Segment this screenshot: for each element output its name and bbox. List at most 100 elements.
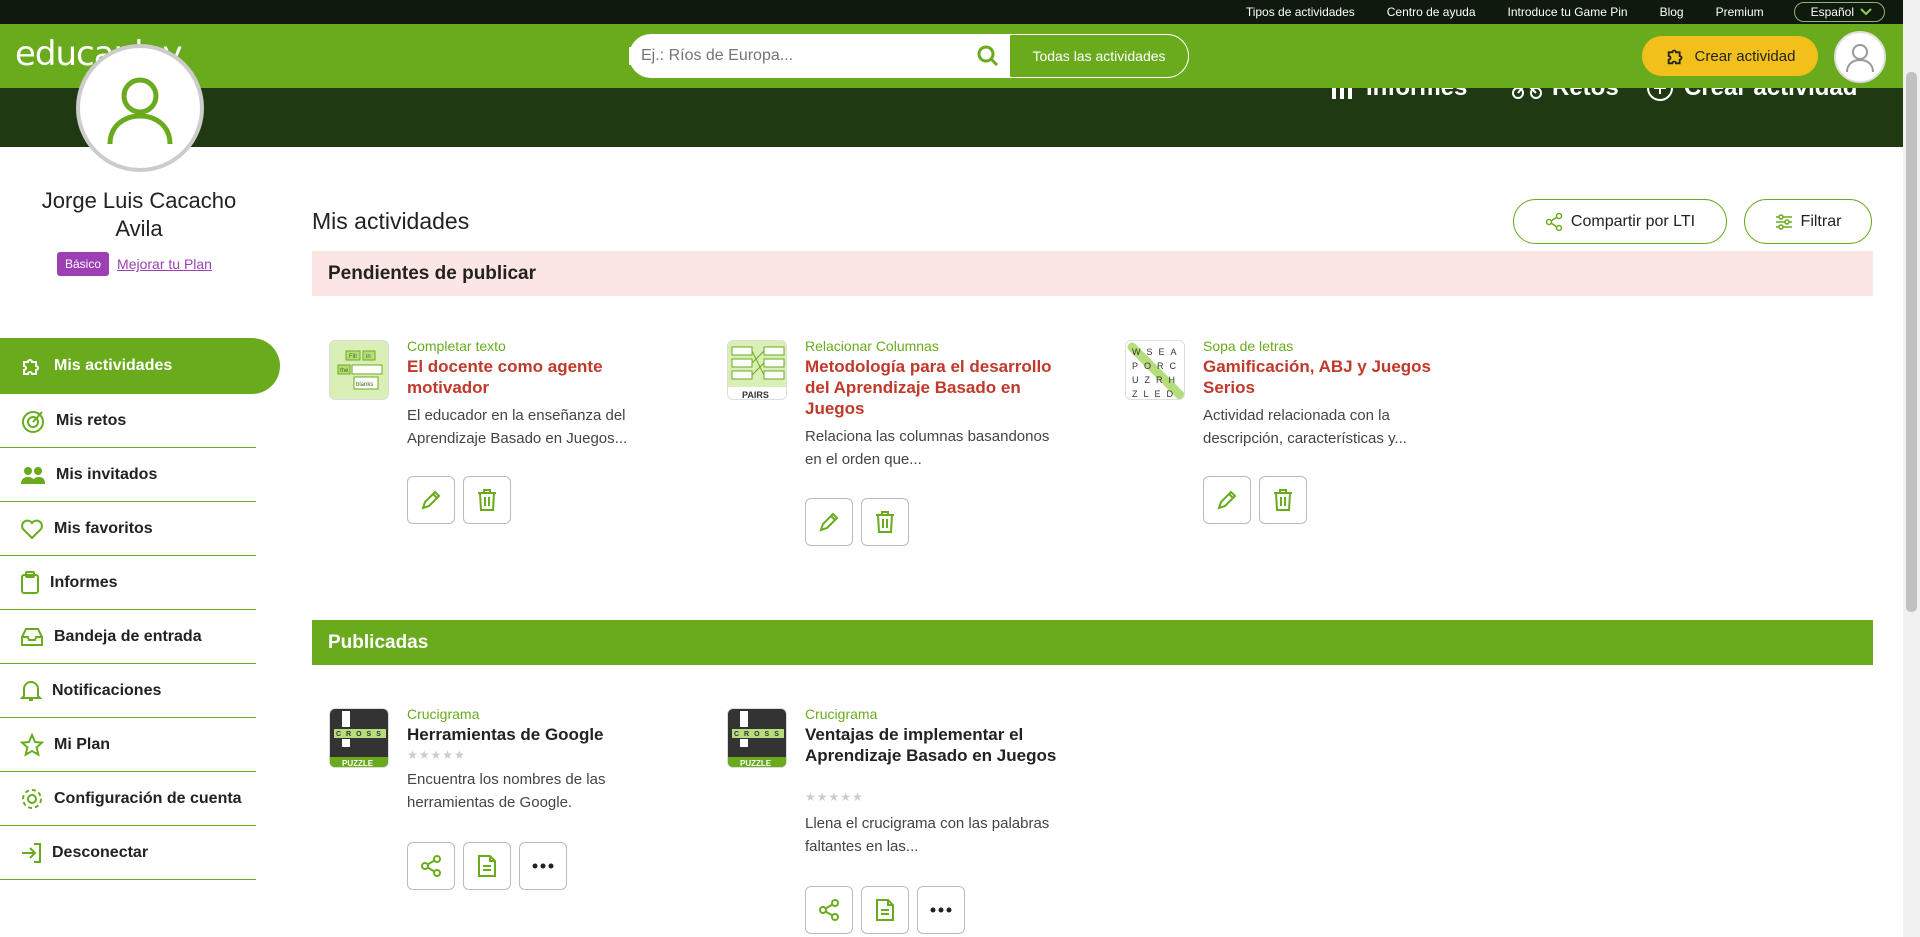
pencil-icon xyxy=(1217,490,1237,510)
sidebar-item-mis-retos[interactable]: Mis retos xyxy=(0,394,256,448)
share-icon xyxy=(421,855,441,877)
profile-banner: Informes Retos Crear actividad xyxy=(0,88,1903,147)
sidebar-item-mi-plan[interactable]: Mi Plan xyxy=(0,718,256,772)
edit-button[interactable] xyxy=(1203,476,1251,524)
banner-nav-label: Crear actividad xyxy=(1684,88,1857,102)
filter-button[interactable]: Filtrar xyxy=(1744,199,1872,244)
more-options-button[interactable] xyxy=(917,886,965,934)
svg-text:in: in xyxy=(366,354,371,360)
search-bar: Todas las actividades xyxy=(629,34,1189,78)
sidebar-item-mis-invitados[interactable]: Mis invitados xyxy=(0,448,256,502)
word-search-thumbnail[interactable]: WSEA PORC UZRH ZLED xyxy=(1125,340,1185,400)
sidebar-item-label: Bandeja de entrada xyxy=(54,627,202,645)
upgrade-plan-link[interactable]: Mejorar tu Plan xyxy=(117,256,212,272)
banner-nav-retos[interactable]: Retos xyxy=(1512,88,1619,102)
crossword-thumbnail[interactable]: CROSS PUZZLE xyxy=(727,708,787,768)
activity-description: Encuentra los nombres de las herramienta… xyxy=(407,771,606,811)
share-button[interactable] xyxy=(407,842,455,890)
activity-card: PAIRS Relacionar Columnas Metodología pa… xyxy=(727,338,1107,560)
edit-button[interactable] xyxy=(805,498,853,546)
edit-button[interactable] xyxy=(407,476,455,524)
gear-icon xyxy=(22,788,42,809)
activity-description: El educador en la enseñanza del Aprendiz… xyxy=(407,407,628,447)
activity-description: Actividad relacionada con la descripción… xyxy=(1203,407,1407,447)
sidebar-item-label: Informes xyxy=(50,573,118,591)
activity-title[interactable]: El docente como agente motivador xyxy=(407,356,677,398)
delete-button[interactable] xyxy=(1259,476,1307,524)
topnav-game-pin[interactable]: Introduce tu Game Pin xyxy=(1508,5,1628,19)
topnav-activity-types[interactable]: Tipos de actividades xyxy=(1246,5,1355,19)
banner-nav-crear[interactable]: Crear actividad xyxy=(1646,88,1857,102)
crossword-thumbnail[interactable]: CROSS PUZZLE xyxy=(329,708,389,768)
profile-name: Jorge Luis Cacacho Avila xyxy=(41,188,237,241)
plus-circle-icon xyxy=(1647,88,1673,101)
sidebar-item-label: Configuración de cuenta xyxy=(54,789,242,807)
activity-type-filter[interactable]: Todas las actividades xyxy=(1009,34,1189,78)
search-input[interactable] xyxy=(629,47,969,65)
trash-icon xyxy=(478,489,496,511)
topnav-blog[interactable]: Blog xyxy=(1660,5,1684,19)
delete-button[interactable] xyxy=(861,498,909,546)
inbox-icon xyxy=(21,627,43,646)
sidebar-item-bandeja-de-entrada[interactable]: Bandeja de entrada xyxy=(0,610,256,664)
document-icon xyxy=(478,855,496,877)
trash-icon xyxy=(1274,489,1292,511)
activity-title[interactable]: Gamificación, ABJ y Juegos Serios xyxy=(1203,356,1473,398)
sidebar-item-informes[interactable]: Informes xyxy=(0,556,256,610)
activity-actions xyxy=(407,476,511,524)
sliders-icon xyxy=(1775,213,1792,230)
sidebar-item-notificaciones[interactable]: Notificaciones xyxy=(0,664,256,718)
svg-text:PAIRS: PAIRS xyxy=(742,390,769,400)
more-options-button[interactable] xyxy=(519,842,567,890)
activity-actions xyxy=(805,886,965,934)
pairs-thumbnail[interactable]: PAIRS xyxy=(727,340,787,400)
delete-button[interactable] xyxy=(463,476,511,524)
share-button[interactable] xyxy=(805,886,853,934)
plan-info: Básico Mejorar tu Plan xyxy=(57,252,212,276)
chevron-down-icon xyxy=(1860,8,1872,16)
activity-title[interactable]: Metodología para el desarrollo del Apren… xyxy=(805,356,1075,419)
topnav-help-center[interactable]: Centro de ayuda xyxy=(1387,5,1476,19)
banner-nav-informes[interactable]: Informes xyxy=(1330,88,1467,102)
user-avatar[interactable] xyxy=(1834,31,1886,83)
bike-icon xyxy=(1512,88,1542,99)
fill-in-blanks-thumbnail[interactable]: Fill in the blanks xyxy=(329,340,389,400)
svg-text:UZRH: UZRH xyxy=(1132,375,1181,385)
search-icon[interactable] xyxy=(977,45,999,67)
report-button[interactable] xyxy=(463,842,511,890)
page-scrollbar[interactable] xyxy=(1903,0,1920,937)
activity-actions xyxy=(407,842,567,890)
activity-title[interactable]: Ventajas de implementar el Aprendizaje B… xyxy=(805,724,1075,766)
heart-icon xyxy=(21,519,43,539)
sidebar-item-label: Desconectar xyxy=(52,843,149,861)
svg-text:CROSS: CROSS xyxy=(734,731,784,738)
sidebar-item-desconectar[interactable]: Desconectar xyxy=(0,826,256,880)
sidebar-item-configuracion[interactable]: Configuración de cuenta xyxy=(0,772,256,826)
share-lti-button[interactable]: Compartir por LTI xyxy=(1513,199,1727,244)
banner-nav-label: Informes xyxy=(1366,88,1467,102)
main-header: educaplay Todas las actividades Crear ac… xyxy=(0,24,1903,88)
pencil-icon xyxy=(819,512,839,532)
more-icon xyxy=(930,907,952,913)
sidebar-item-mis-actividades[interactable]: Mis actividades xyxy=(0,338,280,394)
activity-card: Fill in the blanks Completar texto El docen… xyxy=(329,338,709,540)
svg-text:ZLED: ZLED xyxy=(1132,389,1179,399)
top-utility-bar: Tipos de actividades Centro de ayuda Int… xyxy=(0,0,1903,24)
rating-stars: ★★★★★ xyxy=(805,790,864,804)
activity-card: CROSS PUZZLE Crucigrama Herramientas de G… xyxy=(329,706,709,908)
svg-text:PUZZLE: PUZZLE xyxy=(342,759,374,768)
plan-badge: Básico xyxy=(57,252,110,276)
scrollbar-thumb[interactable] xyxy=(1906,72,1917,612)
create-activity-label: Crear actividad xyxy=(1694,47,1796,65)
activity-type: Crucigrama xyxy=(805,706,878,722)
language-selector[interactable]: Español xyxy=(1793,2,1885,22)
bell-icon xyxy=(20,680,42,701)
activity-type: Relacionar Columnas xyxy=(805,338,939,354)
topnav-premium[interactable]: Premium xyxy=(1716,5,1764,19)
report-button[interactable] xyxy=(861,886,909,934)
create-activity-button[interactable]: Crear actividad xyxy=(1642,36,1818,76)
activity-title[interactable]: Herramientas de Google xyxy=(407,724,677,745)
activity-actions xyxy=(1203,476,1307,524)
sidebar-item-mis-favoritos[interactable]: Mis favoritos xyxy=(0,502,256,556)
profile-picture[interactable] xyxy=(76,44,204,172)
